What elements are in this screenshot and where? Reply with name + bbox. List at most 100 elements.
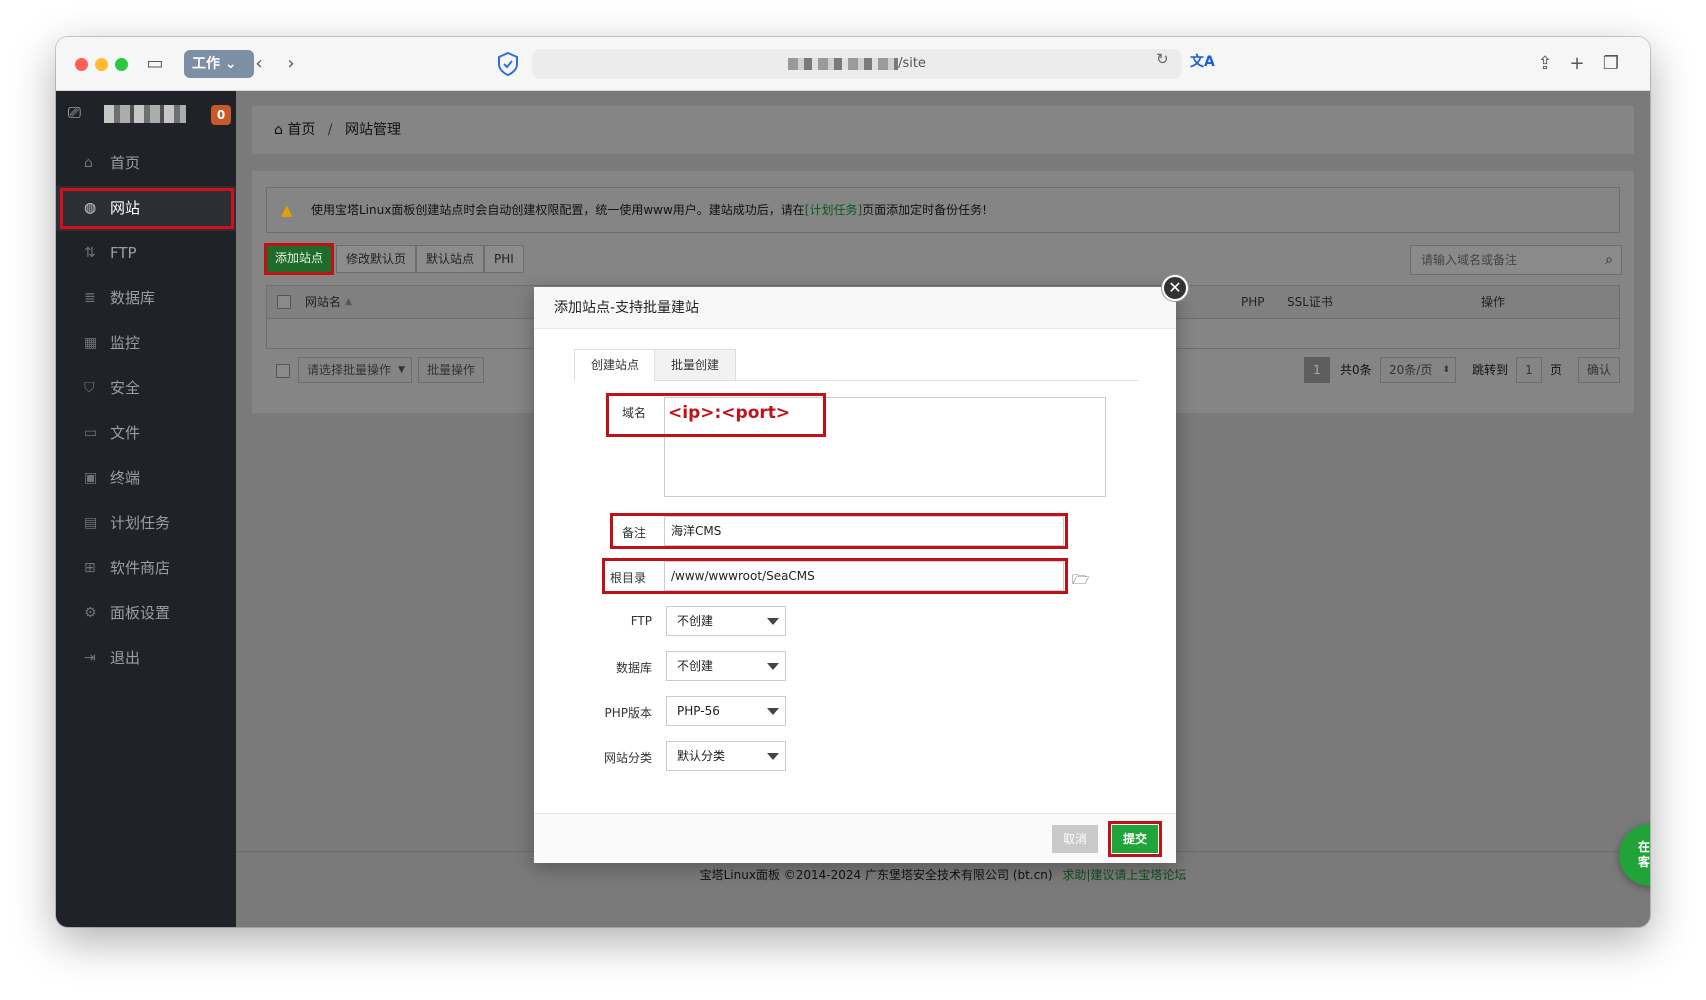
folder-icon: ▭	[84, 425, 98, 441]
reload-icon[interactable]: ↻	[1156, 50, 1169, 68]
tab-overview-icon[interactable]: ❐	[1598, 51, 1624, 77]
sidebar-item-ftp[interactable]: ⇅ FTP	[56, 231, 236, 276]
bulk-action-button[interactable]: 批量操作	[418, 357, 485, 383]
updown-icon: ⬍	[1442, 365, 1450, 375]
workspace-button[interactable]: 工作 ⌄	[184, 50, 254, 78]
server-name-redacted	[104, 105, 186, 123]
sidebar-item-store[interactable]: ⊞ 软件商店	[56, 546, 236, 591]
modal-tabs: 创建站点 批量创建	[574, 349, 1138, 381]
sidebar-item-cron[interactable]: ▤ 计划任务	[56, 501, 236, 546]
notice-cron-link[interactable]: [计划任务]	[805, 203, 862, 217]
sidebar-item-label: 终端	[110, 469, 141, 487]
default-site-button[interactable]: 默认站点	[416, 245, 485, 273]
close-window-button[interactable]	[75, 58, 88, 71]
bulk-select-checkbox[interactable]	[276, 364, 290, 378]
site-search-input[interactable]: 请输入域名或备注 ⌕	[1410, 245, 1622, 275]
sidebar-item-database[interactable]: ≣ 数据库	[56, 276, 236, 321]
tab-batch-create[interactable]: 批量创建	[654, 349, 737, 381]
database-icon: ≣	[84, 290, 96, 306]
bulk-select-placeholder: 请选择批量操作	[307, 363, 392, 377]
sidebar-item-label: 监控	[110, 334, 141, 352]
notice-text-before: 使用宝塔Linux面板创建站点时会自动创建权限配置，统一使用www用户。建站成功…	[311, 203, 805, 217]
modal-title: 添加站点-支持批量建站	[534, 287, 1176, 329]
grid-icon: ⊞	[84, 560, 96, 576]
sidebar: ⎚ 0 ⌂ 首页 ◍ 网站 ⇅ FTP ≣ 数据库 ▦ 监控 ⛉ 安全 ▭ 文件 ▣ 终端 ▤ 计…	[56, 91, 236, 927]
sidebar-item-label: 软件商店	[110, 559, 171, 577]
close-icon[interactable]: ✕	[1162, 275, 1188, 301]
cancel-button[interactable]: 取消	[1052, 825, 1098, 853]
sidebar-item-home[interactable]: ⌂ 首页	[56, 141, 236, 186]
sidebar-toggle-icon[interactable]: ▭	[142, 51, 168, 77]
bt-panel-app: ⎚ 0 ⌂ 首页 ◍ 网站 ⇅ FTP ≣ 数据库 ▦ 监控 ⛉ 安全 ▭ 文件 ▣ 终端 ▤ 计…	[56, 91, 1650, 927]
footer-copyright: 宝塔Linux面板 ©2014-2024 广东堡塔安全技术有限公司 (bt.cn…	[699, 868, 1053, 882]
pager-current-page[interactable]: 1	[1304, 357, 1330, 383]
pager-per-page-value: 20条/页	[1389, 363, 1433, 377]
add-site-button[interactable]: 添加站点	[263, 243, 335, 275]
select-all-checkbox[interactable]	[277, 295, 291, 309]
pager-per-page-select[interactable]: 20条/页 ⬍	[1380, 357, 1456, 383]
php-version-label: PHP版本	[604, 706, 653, 720]
modal-footer: 取消 提交	[534, 813, 1176, 863]
shield-icon: ⛉	[84, 380, 95, 396]
notice-bar: ▲ 使用宝塔Linux面板创建站点时会自动创建权限配置，统一使用www用户。建站…	[266, 187, 1620, 233]
zoom-window-button[interactable]	[115, 58, 128, 71]
submit-button[interactable]: 提交	[1108, 821, 1162, 857]
ftp-label: FTP	[630, 614, 652, 628]
sidebar-item-logout[interactable]: ⇥ 退出	[56, 636, 236, 681]
search-icon[interactable]: ⌕	[1605, 246, 1613, 274]
sidebar-nav: ⌂ 首页 ◍ 网站 ⇅ FTP ≣ 数据库 ▦ 监控 ⛉ 安全 ▭ 文件 ▣ 终端 ▤ 计划任务 …	[56, 141, 236, 681]
sidebar-item-settings[interactable]: ⚙ 面板设置	[56, 591, 236, 636]
col-site-name[interactable]: 网站名	[305, 286, 341, 318]
sidebar-item-terminal[interactable]: ▣ 终端	[56, 456, 236, 501]
new-tab-icon[interactable]: +	[1564, 51, 1590, 77]
bulk-action-select[interactable]: 请选择批量操作 ▼	[298, 357, 412, 383]
tab-create-site[interactable]: 创建站点	[574, 349, 657, 381]
sidebar-item-website[interactable]: ◍ 网站	[56, 186, 236, 231]
footer-forum-link[interactable]: 求助|建议请上宝塔论坛	[1062, 868, 1186, 882]
pager-jump-input[interactable]: 1	[1516, 357, 1542, 383]
privacy-shield-icon[interactable]	[496, 51, 520, 77]
translate-icon[interactable]: 文A	[1190, 51, 1215, 71]
sidebar-item-monitor[interactable]: ▦ 监控	[56, 321, 236, 366]
root-highlight	[602, 558, 1068, 594]
col-php: PHP	[1241, 295, 1265, 309]
gear-icon: ⚙	[84, 605, 97, 621]
browser-window: ▭ 工作 ⌄ ‹ › /site ↻ 文A ⇪ + ❐ ⎚ 0 ⌂ 首页 ◍ 网站	[56, 37, 1650, 927]
site-category-select[interactable]: 默认分类	[666, 741, 786, 771]
col-ssl: SSL证书	[1287, 295, 1333, 309]
sidebar-item-files[interactable]: ▭ 文件	[56, 411, 236, 456]
folder-open-icon[interactable]: 🗁	[1072, 569, 1089, 593]
modify-default-page-button[interactable]: 修改默认页	[336, 245, 417, 273]
ftp-select[interactable]: 不创建	[666, 606, 786, 636]
sidebar-item-security[interactable]: ⛉ 安全	[56, 366, 236, 411]
ftp-select-value: 不创建	[677, 614, 714, 628]
php-version-select[interactable]: PHP-56	[666, 696, 786, 726]
php-button[interactable]: PHI	[484, 245, 524, 273]
sidebar-item-label: 计划任务	[110, 514, 171, 532]
database-select[interactable]: 不创建	[666, 651, 786, 681]
database-select-value: 不创建	[677, 659, 714, 673]
minimize-window-button[interactable]	[95, 58, 108, 71]
search-placeholder: 请输入域名或备注	[1421, 253, 1518, 267]
database-label: 数据库	[615, 661, 652, 675]
breadcrumb-home[interactable]: 首页	[287, 122, 315, 138]
caret-down-icon	[767, 753, 779, 760]
globe-icon: ◍	[84, 200, 97, 216]
address-bar[interactable]: /site	[532, 49, 1182, 79]
site-category-label: 网站分类	[603, 751, 652, 765]
breadcrumb-separator: /	[327, 122, 333, 138]
forward-icon[interactable]: ›	[278, 51, 304, 77]
monitor-icon: ▦	[84, 335, 98, 351]
notification-badge[interactable]: 0	[211, 105, 231, 125]
back-icon[interactable]: ‹	[246, 51, 272, 77]
pager-confirm-button[interactable]: 确认	[1578, 357, 1621, 383]
col-action: 操作	[1481, 295, 1506, 309]
server-header: ⎚ 0	[56, 91, 236, 141]
sidebar-item-label: 安全	[110, 379, 141, 397]
sidebar-item-label: 文件	[110, 424, 141, 442]
pager-jump-label: 跳转到	[1472, 363, 1509, 377]
pager-page-suffix: 页	[1550, 363, 1563, 377]
sort-asc-icon[interactable]: ▲	[345, 286, 352, 318]
share-icon[interactable]: ⇪	[1532, 51, 1558, 77]
url-text: /site	[898, 56, 926, 71]
